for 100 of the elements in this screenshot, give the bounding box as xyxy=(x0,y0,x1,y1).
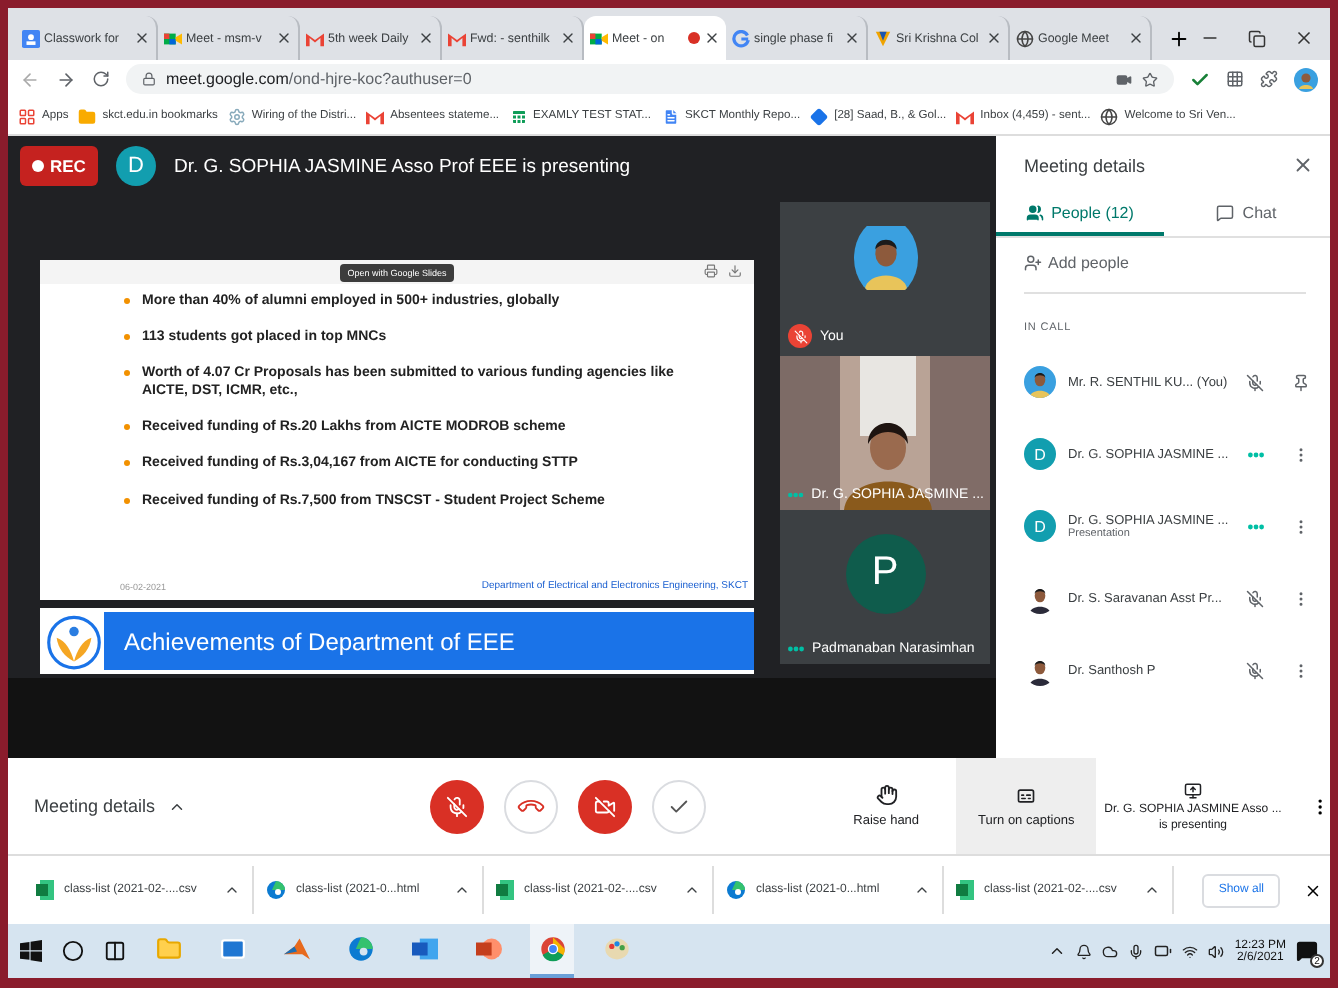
volume-icon xyxy=(1208,943,1225,959)
mail-icon[interactable] xyxy=(219,936,245,962)
mail-logo-icon xyxy=(448,29,466,47)
star-icon[interactable] xyxy=(1142,71,1158,87)
close-icon[interactable] xyxy=(276,30,292,46)
forward-icon[interactable] xyxy=(56,69,76,89)
grid-icon[interactable] xyxy=(1226,70,1244,88)
edge-icon[interactable] xyxy=(347,936,373,962)
edge-icon xyxy=(266,880,286,900)
bullet-icon xyxy=(124,497,130,504)
chevron-icon[interactable] xyxy=(684,882,700,898)
reload-icon[interactable] xyxy=(92,70,110,88)
camera-icon xyxy=(1116,71,1132,87)
emblem-icon xyxy=(874,29,892,47)
camera-button[interactable] xyxy=(578,779,633,833)
check-button[interactable] xyxy=(652,779,707,833)
participant-avatar: D xyxy=(1024,510,1056,542)
spreadsheet-file-icon xyxy=(496,880,514,900)
diamond-icon xyxy=(810,107,829,125)
taskbar-button[interactable] xyxy=(530,924,574,978)
globe-icon xyxy=(1100,107,1119,125)
mail-logo-icon xyxy=(306,29,324,47)
wifi-icon xyxy=(1182,943,1199,959)
folder-icon xyxy=(78,107,97,125)
spreadsheet-icon xyxy=(509,107,528,125)
meeting-details-button[interactable]: Meeting details xyxy=(34,796,431,816)
mail-logo-icon xyxy=(366,107,385,125)
chrome-icon[interactable] xyxy=(539,936,565,962)
print-icon[interactable] xyxy=(704,264,718,278)
bullet-icon xyxy=(124,298,130,304)
participant-avatar xyxy=(1024,366,1056,398)
captions-icon xyxy=(1016,785,1037,805)
chevron-icon[interactable] xyxy=(1144,882,1160,898)
battery-icon xyxy=(1154,942,1173,960)
windows-icon[interactable] xyxy=(20,940,42,962)
check-icon xyxy=(668,795,691,817)
document-icon xyxy=(661,107,679,125)
address-bar[interactable]: meet.google.com/ond-hjre-koc?authuser=0 xyxy=(126,64,1174,94)
globe-icon xyxy=(1016,29,1034,47)
microphone-icon xyxy=(1128,943,1145,959)
participant-avatar: D xyxy=(1024,438,1056,470)
chevron-icon[interactable] xyxy=(224,882,240,898)
chevron-icon[interactable] xyxy=(454,882,470,898)
close-icon[interactable] xyxy=(844,30,860,46)
puzzle-icon[interactable] xyxy=(1260,70,1278,88)
cloud-icon xyxy=(1102,943,1119,959)
profile-avatar[interactable] xyxy=(1294,67,1318,91)
presenter-avatar: D xyxy=(115,146,156,186)
present-screen-icon xyxy=(1183,781,1202,799)
pin-icon[interactable] xyxy=(1292,373,1310,391)
add-people-button[interactable]: Add people xyxy=(1024,254,1330,272)
search-icon[interactable] xyxy=(62,940,84,962)
hand-icon xyxy=(875,784,898,806)
close-icon[interactable] xyxy=(560,30,576,46)
presenting-text: Dr. G. SOPHIA JASMINE Asso Prof EEE is presenting xyxy=(173,155,631,177)
notifications-icon[interactable] xyxy=(1296,940,1318,962)
bell-icon xyxy=(1076,943,1093,959)
classroom-icon xyxy=(22,29,40,47)
panel-tab[interactable]: People (12) xyxy=(996,192,1163,236)
spreadsheet-file-icon xyxy=(36,880,54,900)
close-icon[interactable] xyxy=(1304,881,1322,899)
close-icon[interactable] xyxy=(418,30,434,46)
close-icon[interactable] xyxy=(704,30,720,46)
download-icon[interactable] xyxy=(728,264,742,278)
camera-logo-icon xyxy=(590,29,608,47)
palette-icon[interactable] xyxy=(603,936,629,962)
close-icon[interactable] xyxy=(1292,154,1314,176)
close-icon[interactable] xyxy=(134,30,150,46)
close-icon[interactable] xyxy=(986,30,1002,46)
panel-tab[interactable]: Chat xyxy=(1163,192,1330,236)
close-icon[interactable] xyxy=(1128,30,1144,46)
recording-badge: REC xyxy=(20,146,98,186)
bullet-icon xyxy=(124,370,130,377)
bullet-icon xyxy=(124,334,130,341)
edge-icon xyxy=(726,880,746,900)
camera-off-icon xyxy=(594,795,617,817)
camera-logo-icon xyxy=(164,29,182,47)
task-view-icon[interactable] xyxy=(104,940,126,962)
chevron-icon[interactable] xyxy=(914,882,930,898)
peak-logo-icon[interactable] xyxy=(283,936,309,962)
bullet-icon xyxy=(124,460,130,467)
people-icon xyxy=(1025,203,1044,221)
word-icon[interactable] xyxy=(411,936,437,962)
microphone-button[interactable] xyxy=(430,779,485,833)
spreadsheet-file-icon xyxy=(956,880,974,900)
gear-icon xyxy=(227,107,246,125)
mic-off-icon xyxy=(446,795,469,817)
hang-up-button[interactable] xyxy=(504,779,559,833)
check-icon[interactable] xyxy=(1190,69,1210,89)
presentation-app-icon[interactable] xyxy=(475,936,501,962)
bullet-icon xyxy=(124,424,130,431)
google-icon xyxy=(732,29,750,47)
participant-avatar: P xyxy=(845,533,925,613)
chevron-icon[interactable] xyxy=(1048,942,1067,960)
chat-icon xyxy=(1216,203,1235,221)
panel-title: Meeting details xyxy=(1024,155,1146,175)
close-icon[interactable] xyxy=(1294,28,1314,48)
add-person-icon xyxy=(1024,254,1042,272)
new-tab-icon[interactable] xyxy=(1168,28,1190,50)
restore-icon[interactable] xyxy=(1248,29,1266,47)
